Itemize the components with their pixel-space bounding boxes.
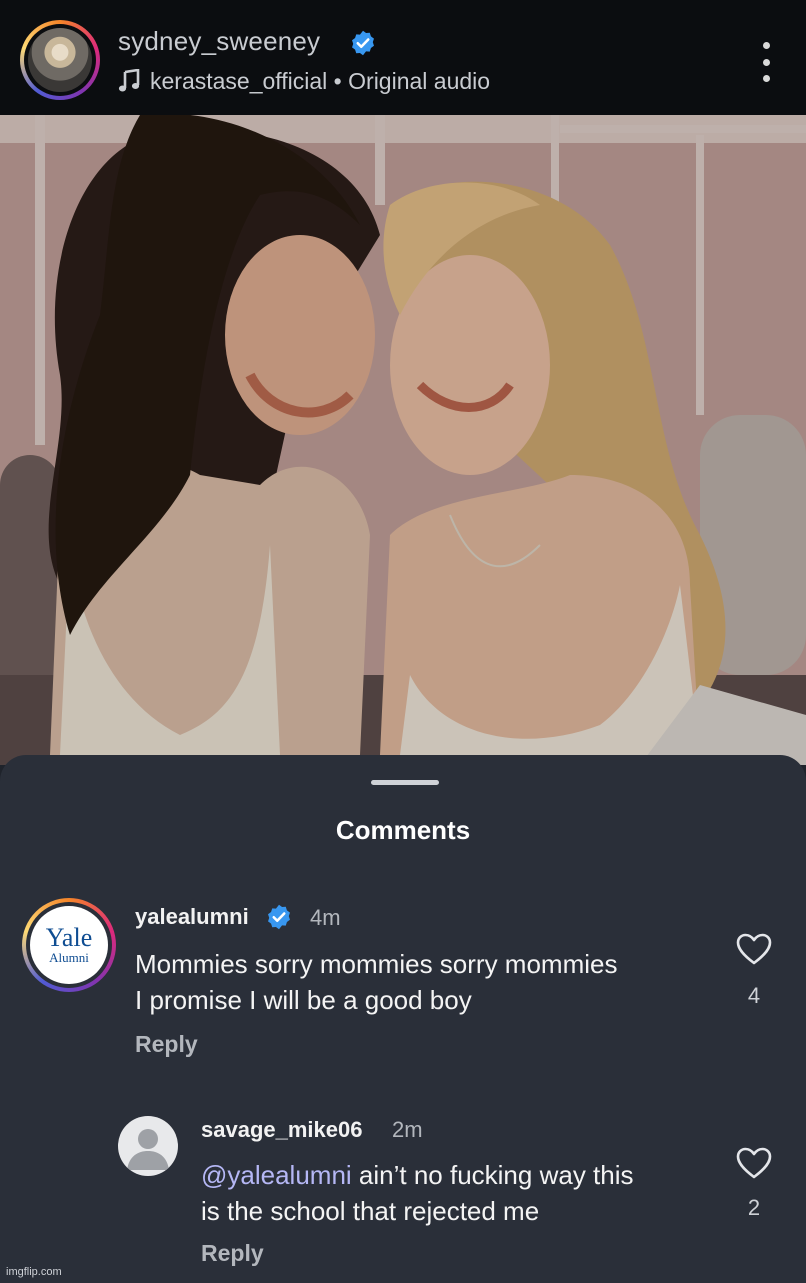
comment-text-line: is the school that rejected me (201, 1196, 540, 1226)
comment-text-line: I promise I will be a good boy (135, 985, 472, 1015)
mention-link[interactable]: @yalealumni (201, 1160, 352, 1190)
comment-text: Mommies sorry mommies sorry mommies I pr… (135, 946, 617, 1018)
heart-icon[interactable] (736, 1147, 772, 1179)
post-photo[interactable] (0, 115, 806, 765)
comments-sheet: Comments Yale Alumni yalealumni 4m Mommi… (0, 755, 806, 1283)
yale-logo-word: Yale (45, 923, 93, 952)
drag-handle[interactable] (371, 780, 439, 785)
verified-badge-icon (352, 30, 374, 56)
profile-photo (28, 28, 92, 92)
comment-text-line: Mommies sorry mommies sorry mommies (135, 949, 618, 979)
post-header: sydney_sweeney kerastase_official • Orig… (0, 0, 806, 115)
photo-illustration (0, 115, 806, 765)
yale-logo-sub: Alumni (49, 950, 89, 965)
comment-text: @yalealumni ain’t no fucking way this is… (201, 1157, 634, 1229)
heart-icon[interactable] (736, 933, 772, 965)
audio-account[interactable]: kerastase_official (150, 68, 327, 95)
like-count: 4 (747, 983, 761, 1008)
avatar-ring-gap (24, 24, 96, 96)
dot (762, 58, 770, 66)
more-options-icon[interactable] (754, 42, 778, 82)
comment-username[interactable]: yalealumni (135, 904, 249, 930)
reply-button[interactable]: Reply (135, 1031, 198, 1058)
comments-title: Comments (335, 815, 471, 845)
default-user-icon (127, 1129, 169, 1170)
verified-badge-icon (268, 904, 290, 930)
post-username[interactable]: sydney_sweeney (118, 26, 320, 57)
dot (762, 42, 770, 49)
profile-avatar[interactable] (20, 20, 100, 100)
reply-button[interactable]: Reply (201, 1240, 264, 1267)
comment-time: 2m (392, 1117, 423, 1142)
comment-avatar-savage_mike06[interactable] (118, 1116, 178, 1176)
comment-text-segment: ain’t no fucking way this (351, 1160, 634, 1190)
audio-separator: • (327, 67, 349, 94)
audio-row[interactable]: kerastase_official • Original audio (118, 66, 490, 96)
avatar-ring-gap: Yale Alumni (26, 902, 112, 988)
yale-logo: Yale Alumni (30, 906, 108, 984)
dot (762, 75, 770, 82)
audio-label[interactable]: Original audio (348, 68, 490, 95)
like-count: 2 (747, 1195, 761, 1220)
watermark: imgflip.com (6, 1266, 62, 1278)
comment-avatar-yalealumni[interactable]: Yale Alumni (22, 898, 116, 992)
comment-text-line: @yalealumni ain’t no fucking way this (201, 1157, 634, 1193)
comment-username[interactable]: savage_mike06 (201, 1117, 362, 1143)
comment-time: 4m (310, 905, 341, 930)
music-note-icon (118, 69, 140, 92)
